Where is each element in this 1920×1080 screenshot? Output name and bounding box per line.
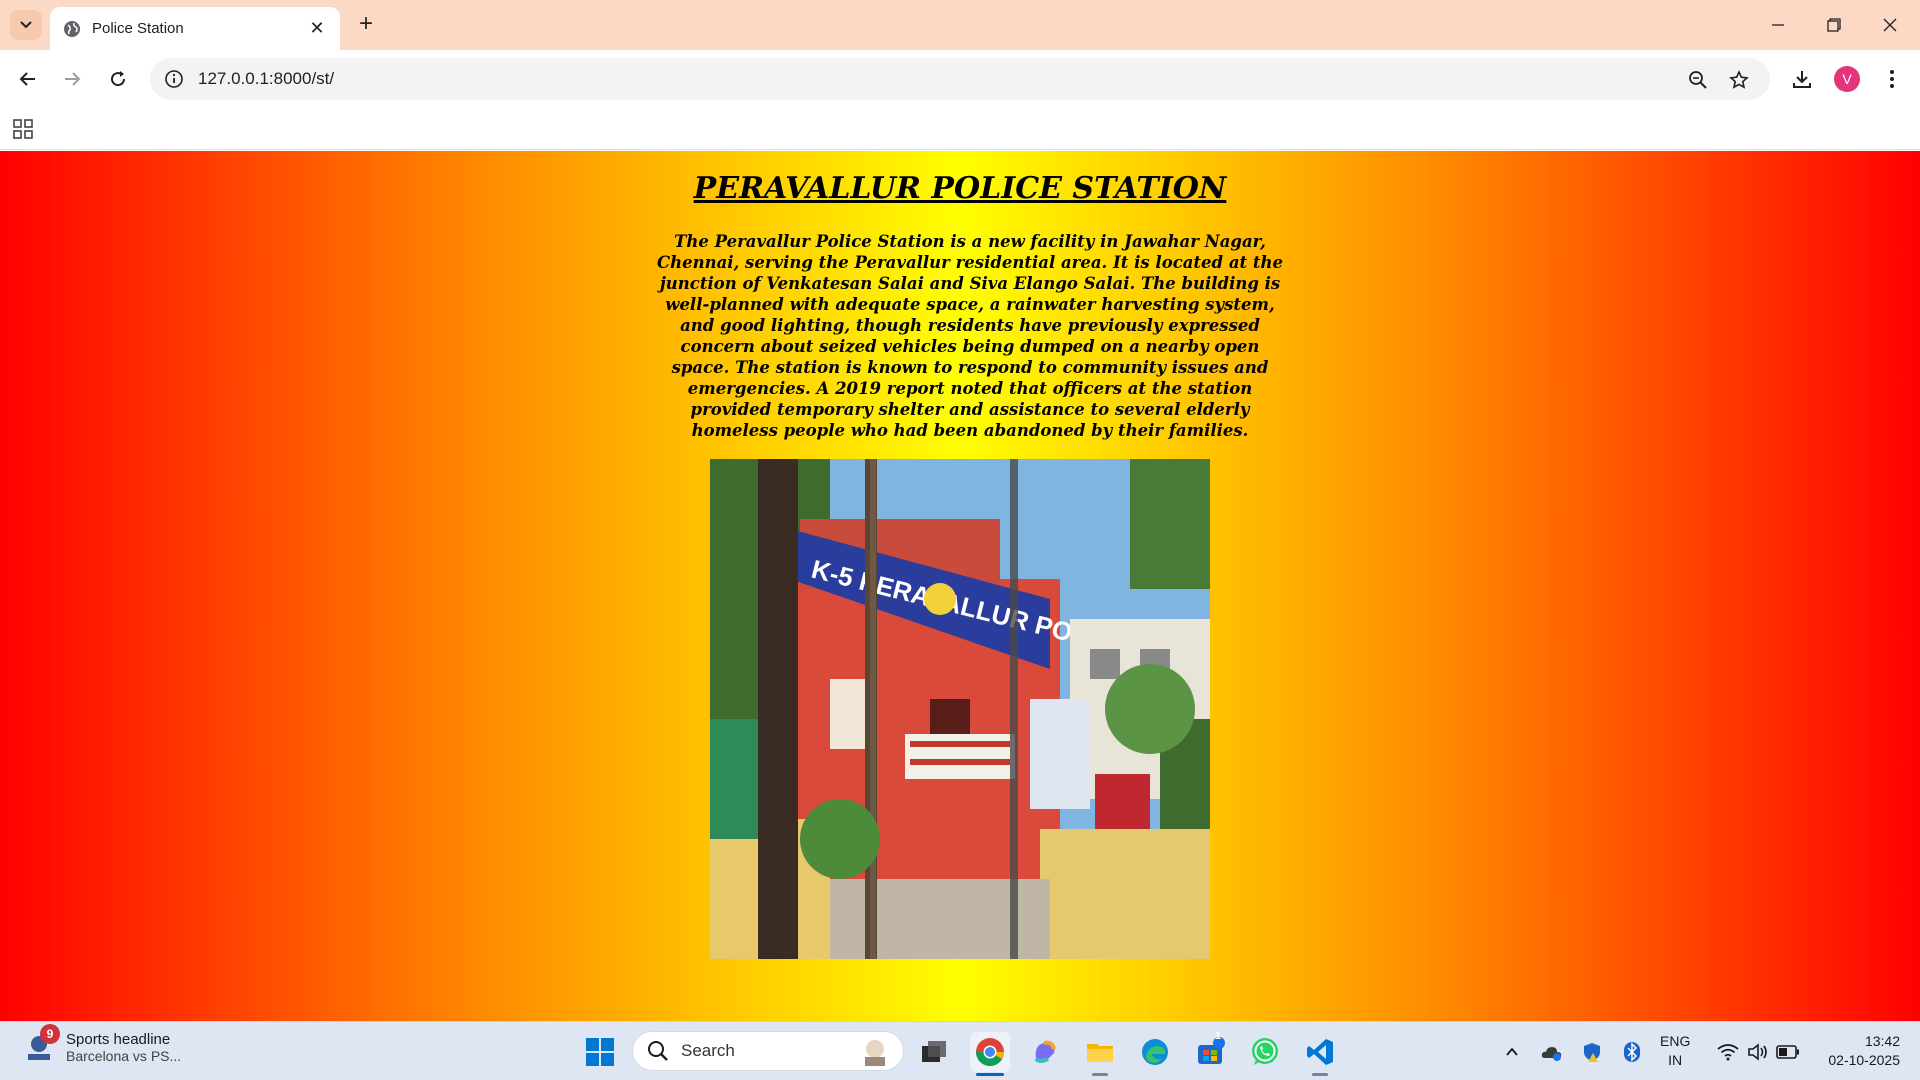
chrome-icon xyxy=(976,1038,1004,1066)
taskbar-vscode[interactable] xyxy=(1300,1032,1340,1076)
windows-logo-icon xyxy=(586,1038,614,1066)
more-vert-icon xyxy=(1890,70,1894,88)
minimize-button[interactable] xyxy=(1750,0,1806,50)
tab-strip: Police Station ✕ + xyxy=(0,0,1920,50)
taskbar-edge[interactable] xyxy=(1135,1032,1175,1072)
taskbar-file-explorer[interactable] xyxy=(1080,1032,1120,1076)
station-description: The Peravallur Police Station is a new f… xyxy=(656,232,1284,440)
app-running-indicator xyxy=(1092,1073,1108,1076)
app-running-indicator xyxy=(1312,1073,1328,1076)
new-tab-button[interactable]: + xyxy=(352,10,380,38)
task-view-button[interactable] xyxy=(914,1032,954,1072)
browser-toolbar: 127.0.0.1:8000/st/ V xyxy=(0,50,1920,108)
start-button[interactable] xyxy=(580,1032,620,1072)
arrow-left-icon xyxy=(19,72,35,86)
taskbar-copilot[interactable] xyxy=(1025,1032,1065,1072)
folder-icon xyxy=(1087,1044,1113,1062)
page-title: PERAVALLUR POLICE STATION xyxy=(693,171,1227,206)
bluetooth-icon xyxy=(1624,1042,1640,1062)
avatar: V xyxy=(1834,66,1860,92)
restore-button[interactable] xyxy=(1806,0,1862,50)
language-indicator[interactable]: ENG IN xyxy=(1660,1032,1690,1070)
copilot-icon xyxy=(1034,1040,1056,1063)
language-code: ENG xyxy=(1660,1033,1691,1049)
bookmark-star-button[interactable] xyxy=(1727,68,1751,92)
downloads-button[interactable] xyxy=(1786,63,1818,95)
chevron-down-icon xyxy=(20,21,32,29)
reload-icon xyxy=(111,71,126,87)
globe-icon xyxy=(64,20,80,37)
active-tab[interactable]: Police Station ✕ xyxy=(50,7,340,50)
search-label: Search xyxy=(681,1041,735,1060)
police-station-photo: K-5 PERAVALLUR POLICE STATION xyxy=(710,459,1210,959)
minimize-icon xyxy=(1772,24,1784,26)
arrow-right-icon xyxy=(65,72,81,86)
edge-icon xyxy=(1142,1039,1168,1065)
address-bar[interactable]: 127.0.0.1:8000/st/ xyxy=(150,58,1770,100)
battery-icon xyxy=(1776,1045,1799,1059)
bookmarks-bar xyxy=(0,108,1920,150)
clock[interactable]: 13:42 02-10-2025 xyxy=(1808,1032,1900,1070)
page-content: PERAVALLUR POLICE STATION The Peravallur… xyxy=(0,151,1920,1021)
security-tray[interactable] xyxy=(1578,1038,1606,1066)
onedrive-tray[interactable] xyxy=(1538,1038,1566,1066)
download-icon xyxy=(1793,71,1811,88)
menu-button[interactable] xyxy=(1876,63,1908,95)
whatsapp-icon xyxy=(1252,1038,1278,1065)
close-icon xyxy=(1883,18,1897,32)
chevron-up-icon xyxy=(1506,1047,1518,1056)
reload-button[interactable] xyxy=(102,63,134,95)
widget-subtitle: Barcelona vs PS... xyxy=(66,1047,182,1064)
wifi-icon xyxy=(1717,1044,1739,1061)
battery-tray[interactable] xyxy=(1774,1038,1802,1066)
back-button[interactable] xyxy=(12,63,44,95)
store-badge: 1 xyxy=(1215,1030,1222,1042)
taskbar-search[interactable]: Search xyxy=(632,1031,904,1071)
site-info-icon[interactable] xyxy=(164,69,184,89)
show-hidden-icons-button[interactable] xyxy=(1498,1038,1526,1066)
widget-title: Sports headline xyxy=(66,1030,171,1048)
active-app-indicator xyxy=(976,1073,1004,1076)
apps-grid-icon[interactable] xyxy=(12,118,36,140)
clock-date: 02-10-2025 xyxy=(1828,1052,1900,1068)
volume-tray[interactable] xyxy=(1744,1038,1772,1066)
widget-sports-icon: 9 xyxy=(22,1024,60,1064)
volume-icon xyxy=(1748,1043,1767,1061)
language-region: IN xyxy=(1668,1052,1683,1068)
taskbar: 9 Sports headline Barcelona vs PS... Sea… xyxy=(0,1021,1920,1080)
taskbar-store[interactable]: 1 xyxy=(1190,1030,1230,1072)
tab-search-button[interactable] xyxy=(10,10,42,40)
taskbar-chrome[interactable] xyxy=(970,1032,1010,1076)
restore-icon xyxy=(1827,18,1841,32)
star-icon xyxy=(1729,70,1749,89)
task-view-icon xyxy=(922,1041,946,1062)
wifi-tray[interactable] xyxy=(1714,1038,1742,1066)
close-window-button[interactable] xyxy=(1862,0,1918,50)
bluetooth-tray[interactable] xyxy=(1618,1038,1646,1066)
tab-close-icon[interactable]: ✕ xyxy=(306,18,328,40)
widget-badge: 9 xyxy=(40,1024,60,1044)
clock-time: 13:42 xyxy=(1864,1033,1900,1049)
search-icon xyxy=(648,1041,668,1061)
shield-icon xyxy=(1584,1043,1600,1062)
tab-title: Police Station xyxy=(92,20,184,37)
zoom-button[interactable] xyxy=(1686,68,1710,92)
widgets-button[interactable]: 9 Sports headline Barcelona vs PS... xyxy=(22,1024,182,1064)
url-text[interactable]: 127.0.0.1:8000/st/ xyxy=(198,69,334,89)
forward-button[interactable] xyxy=(56,63,88,95)
zoom-out-icon xyxy=(1689,71,1707,89)
cloud-icon xyxy=(1541,1047,1562,1061)
profile-button[interactable]: V xyxy=(1831,63,1863,95)
search-highlight-icon xyxy=(865,1040,885,1066)
vscode-icon xyxy=(1307,1039,1333,1065)
taskbar-whatsapp[interactable] xyxy=(1245,1032,1285,1072)
